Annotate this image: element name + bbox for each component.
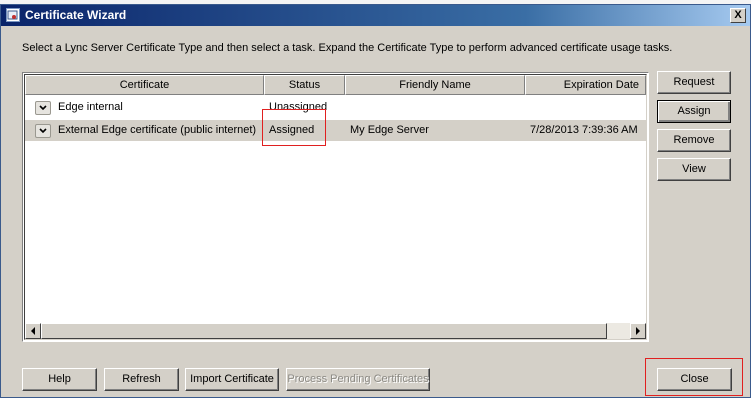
expand-row-button[interactable]	[35, 101, 51, 115]
scroll-thumb[interactable]	[41, 323, 607, 339]
friendly-name-cell	[350, 97, 520, 118]
import-certificate-button[interactable]: Import Certificate	[185, 368, 279, 391]
column-header-friendly-name[interactable]: Friendly Name	[345, 75, 525, 95]
instruction-text: Select a Lync Server Certificate Type an…	[22, 42, 673, 54]
friendly-name-cell: My Edge Server	[350, 124, 429, 136]
scroll-left-button[interactable]	[25, 323, 41, 339]
close-button[interactable]: Close	[657, 368, 732, 391]
table-row[interactable]: Edge internal Unassigned	[25, 97, 646, 118]
column-header-status[interactable]: Status	[264, 75, 345, 95]
column-header-certificate[interactable]: Certificate	[25, 75, 264, 95]
table-row[interactable]: External Edge certificate (public intern…	[25, 120, 646, 141]
close-window-button[interactable]: X	[730, 8, 746, 23]
certificate-icon	[6, 8, 20, 22]
certificate-list[interactable]: Certificate Status Friendly Name Expirat…	[22, 72, 649, 342]
process-pending-certificates-button[interactable]: Process Pending Certificates	[286, 368, 430, 391]
assign-button[interactable]: Assign	[657, 100, 731, 123]
refresh-button[interactable]: Refresh	[104, 368, 179, 391]
scroll-right-button[interactable]	[630, 323, 646, 339]
expiration-cell	[530, 97, 642, 118]
status-highlight-box	[262, 109, 326, 146]
view-button[interactable]: View	[657, 158, 731, 181]
expiration-cell: 7/28/2013 7:39:36 AM	[530, 124, 638, 136]
certificate-wizard-dialog: Certificate Wizard X Select a Lync Serve…	[0, 4, 751, 398]
column-header-expiration-date[interactable]: Expiration Date	[525, 75, 646, 95]
horizontal-scrollbar[interactable]	[25, 323, 646, 339]
title-bar: Certificate Wizard X	[1, 5, 750, 26]
certificate-name: Edge internal	[58, 101, 123, 113]
help-button[interactable]: Help	[22, 368, 97, 391]
request-button[interactable]: Request	[657, 71, 731, 94]
expand-row-button[interactable]	[35, 124, 51, 138]
window-title: Certificate Wizard	[25, 8, 127, 22]
remove-button[interactable]: Remove	[657, 129, 731, 152]
list-header: Certificate Status Friendly Name Expirat…	[25, 75, 646, 95]
certificate-name: External Edge certificate (public intern…	[58, 124, 257, 136]
